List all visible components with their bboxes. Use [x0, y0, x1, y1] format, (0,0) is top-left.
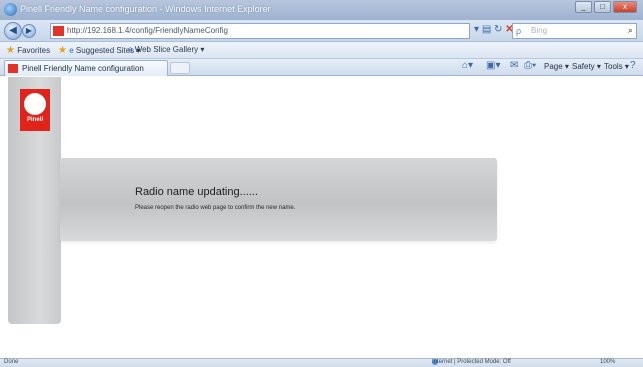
minimize-button[interactable]: _	[575, 1, 592, 13]
feeds-icon[interactable]: ▣▾	[486, 60, 500, 71]
url-text: http://192.168.1.4/config/FriendlyNameCo…	[67, 26, 228, 35]
ie-page-icon: e	[128, 45, 133, 54]
search-provider-icon: ρ	[516, 26, 522, 36]
tab-favicon-icon	[8, 64, 18, 73]
safety-menu[interactable]: Safety ▾	[572, 62, 601, 71]
internet-explorer-icon	[4, 3, 17, 16]
maximize-button[interactable]: □	[594, 1, 611, 13]
address-toolbar: ◀ ▶ http://192.168.1.4/config/FriendlyNa…	[0, 20, 643, 42]
status-dialog: Radio name updating...... Please reopen …	[60, 158, 497, 241]
status-heading: Radio name updating......	[135, 186, 258, 198]
close-button[interactable]: x	[613, 1, 637, 13]
back-button[interactable]: ◀	[4, 22, 22, 40]
web-slice-gallery-link[interactable]: e Web Slice Gallery ▾	[128, 45, 204, 54]
tab-pinell-config[interactable]: Pinell Friendly Name configuration	[4, 60, 168, 76]
compatibility-view-icon[interactable]: ▤	[482, 24, 491, 35]
address-input[interactable]: http://192.168.1.4/config/FriendlyNameCo…	[50, 23, 470, 39]
search-placeholder: Bing	[531, 26, 548, 35]
zoom-level[interactable]: 100%	[600, 359, 615, 365]
favorites-bar: ★ Favorites ★ e Suggested Sites ▾ e Web …	[0, 42, 643, 59]
help-icon[interactable]: ?	[630, 60, 636, 71]
status-message: Please reopen the radio web page to conf…	[135, 205, 296, 211]
window-controls: _ □ x	[573, 1, 637, 13]
ie-page-icon: e	[69, 46, 74, 55]
forward-button[interactable]: ▶	[22, 24, 36, 38]
tools-menu[interactable]: Tools ▾	[604, 62, 629, 71]
status-bar: Done Internet | Protected Mode: Off 100%	[0, 358, 643, 367]
title-bar: Pinell Friendly Name configuration - Win…	[0, 0, 643, 20]
address-actions: ▾ ▤ ↻ ✕	[474, 24, 514, 35]
page-menu[interactable]: Page ▾	[544, 62, 569, 71]
site-favicon-icon	[53, 26, 64, 36]
favorites-button[interactable]: ★ Favorites	[6, 45, 50, 56]
search-input[interactable]: ρ Bing ⌕	[512, 23, 637, 39]
tab-command-bar: Pinell Friendly Name configuration ⌂▾ ▣▾…	[0, 59, 643, 76]
status-text: Done	[4, 359, 19, 365]
page-content: Pinell Radio name updating...... Please …	[0, 77, 643, 358]
search-icon[interactable]: ⌕	[628, 25, 633, 36]
left-sidebar: Pinell	[8, 77, 61, 324]
refresh-icon[interactable]: ↻	[494, 24, 502, 35]
window-title: Pinell Friendly Name configuration - Win…	[20, 4, 271, 14]
logo-text: Pinell	[26, 117, 43, 123]
pinell-logo: Pinell	[20, 89, 50, 131]
home-icon[interactable]: ⌂▾	[462, 60, 473, 71]
print-icon[interactable]: ⎙▾	[524, 60, 536, 71]
dropdown-icon[interactable]: ▾	[474, 24, 479, 35]
browser-window: Pinell Friendly Name configuration - Win…	[0, 0, 643, 367]
new-tab-button[interactable]	[170, 62, 190, 74]
mail-icon[interactable]: ✉	[510, 60, 518, 71]
tab-label: Pinell Friendly Name configuration	[22, 64, 144, 73]
favorites-star-icon: ★	[6, 45, 15, 56]
add-favorite-icon: ★	[58, 45, 67, 56]
logo-circle	[24, 93, 46, 115]
